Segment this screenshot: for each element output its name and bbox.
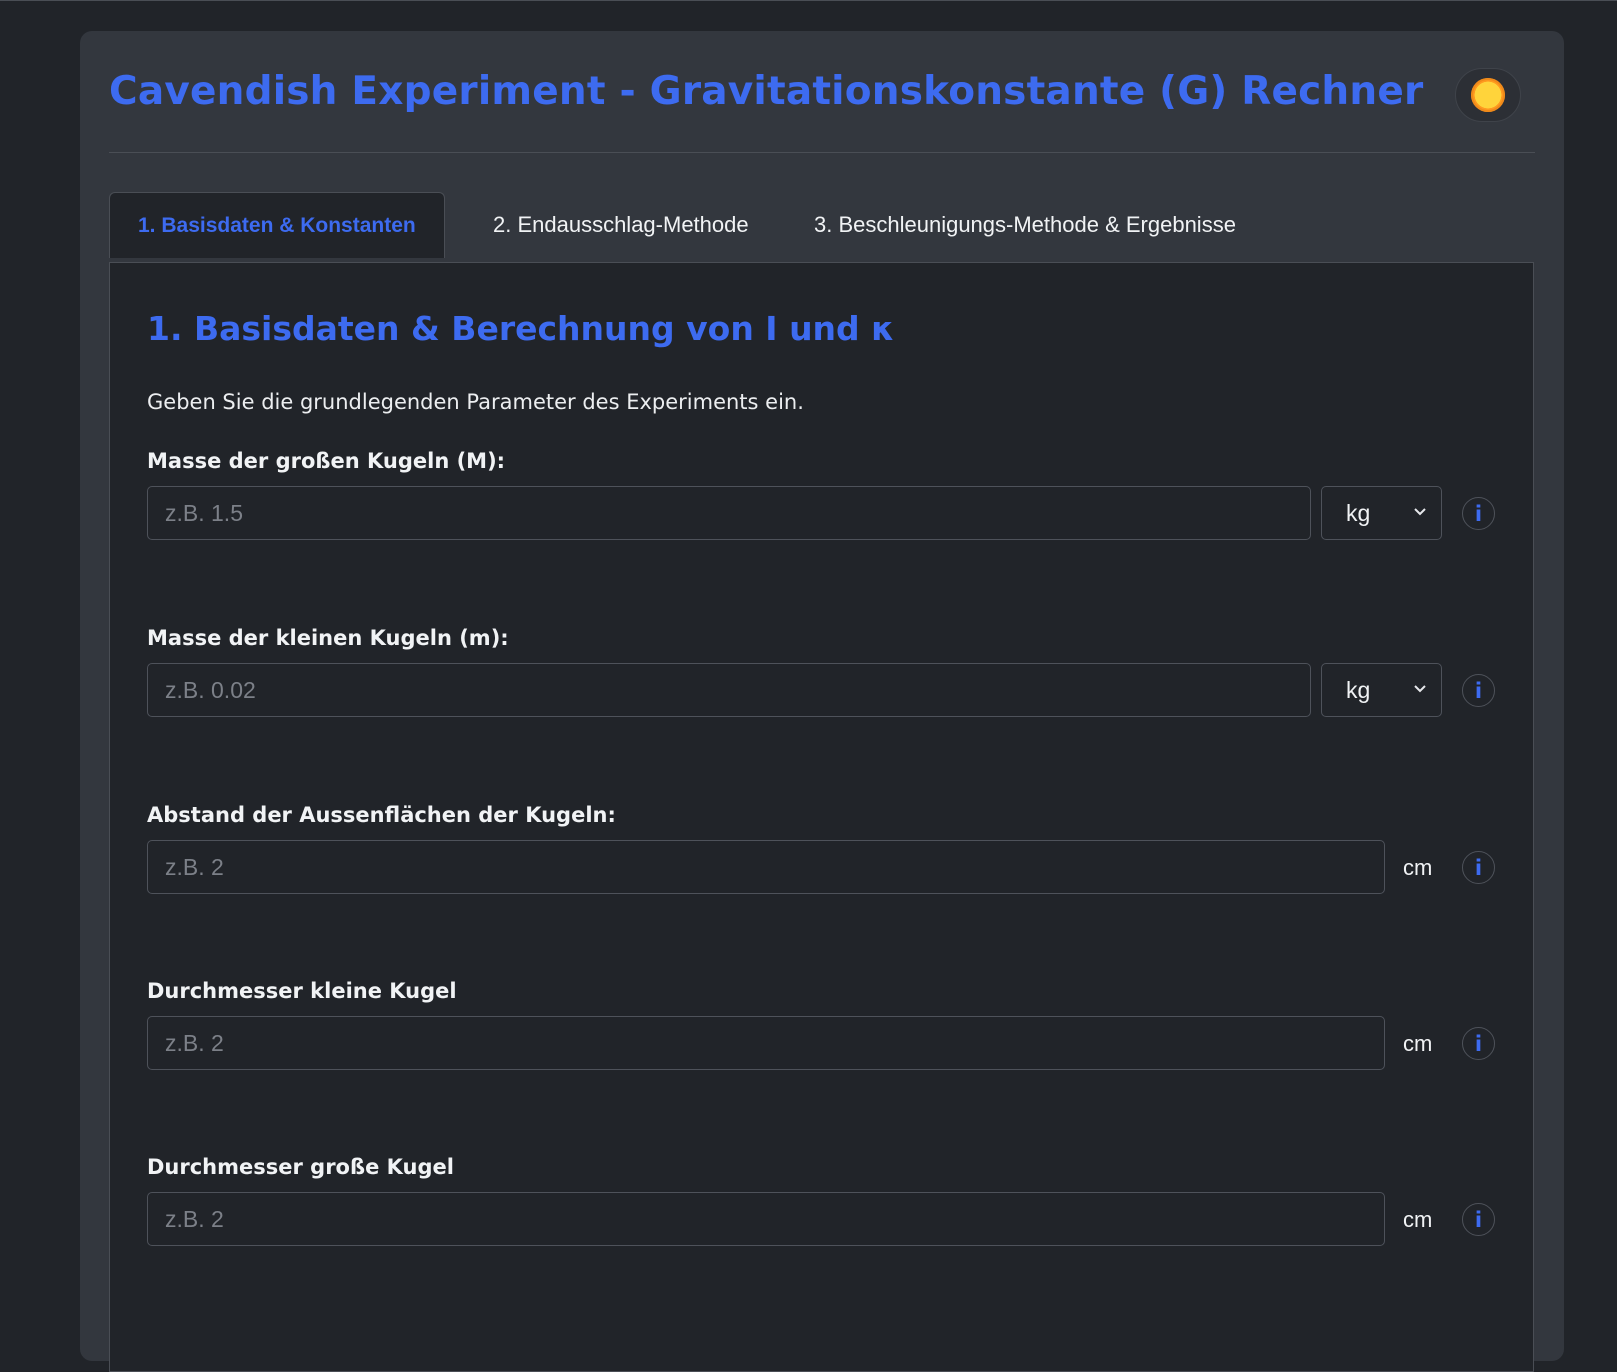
tab-beschleunigung[interactable]: 3. Beschleunigungs-Methode & Ergebnisse	[786, 192, 1264, 258]
field-surface-distance: Abstand der Aussenflächen der Kugeln: cm…	[147, 803, 1507, 903]
mass-small-input[interactable]	[147, 663, 1311, 717]
field-label: Durchmesser kleine Kugel	[147, 979, 457, 1003]
diameter-large-input[interactable]	[147, 1192, 1385, 1246]
field-mass-large: Masse der großen Kugeln (M): kg i	[147, 449, 1507, 549]
info-icon[interactable]: i	[1462, 1203, 1495, 1236]
tab-basisdaten[interactable]: 1. Basisdaten & Konstanten	[109, 192, 445, 258]
sun-icon	[1471, 78, 1505, 112]
calculator-card: Cavendish Experiment - Gravitationskonst…	[80, 31, 1564, 1372]
surface-distance-input[interactable]	[147, 840, 1385, 894]
field-mass-small: Masse der kleinen Kugeln (m): kg i	[147, 626, 1507, 726]
theme-toggle-button[interactable]	[1455, 68, 1521, 122]
info-icon[interactable]: i	[1462, 1027, 1495, 1060]
field-label: Abstand der Aussenflächen der Kugeln:	[147, 803, 616, 827]
unit-select-value: kg	[1346, 676, 1371, 703]
mass-large-input[interactable]	[147, 486, 1311, 540]
unit-label: cm	[1403, 855, 1433, 880]
field-label: Masse der kleinen Kugeln (m):	[147, 626, 509, 650]
section-title: 1. Basisdaten & Berechnung von I und κ	[147, 309, 895, 348]
section-intro: Geben Sie die grundlegenden Parameter de…	[147, 390, 804, 414]
tab-panel-basisdaten: 1. Basisdaten & Berechnung von I und κ G…	[109, 262, 1534, 1372]
info-icon[interactable]: i	[1462, 674, 1495, 707]
field-diameter-small: Durchmesser kleine Kugel cm i	[147, 979, 1507, 1079]
tab-endausschlag[interactable]: 2. Endausschlag-Methode	[465, 192, 777, 258]
unit-select-value: kg	[1346, 499, 1371, 526]
diameter-small-input[interactable]	[147, 1016, 1385, 1070]
info-icon[interactable]: i	[1462, 497, 1495, 530]
field-label: Masse der großen Kugeln (M):	[147, 449, 506, 473]
mass-small-unit-select[interactable]: kg	[1321, 663, 1442, 717]
window-top-border	[0, 0, 1617, 1]
app-title: Cavendish Experiment - Gravitationskonst…	[109, 69, 1424, 114]
field-label: Durchmesser große Kugel	[147, 1155, 454, 1179]
chevron-down-icon	[1414, 685, 1426, 693]
info-icon[interactable]: i	[1462, 851, 1495, 884]
field-diameter-large: Durchmesser große Kugel cm i	[147, 1155, 1507, 1255]
unit-label: cm	[1403, 1031, 1433, 1056]
app-header: Cavendish Experiment - Gravitationskonst…	[109, 31, 1535, 153]
chevron-down-icon	[1414, 508, 1426, 516]
unit-label: cm	[1403, 1207, 1433, 1232]
mass-large-unit-select[interactable]: kg	[1321, 486, 1442, 540]
